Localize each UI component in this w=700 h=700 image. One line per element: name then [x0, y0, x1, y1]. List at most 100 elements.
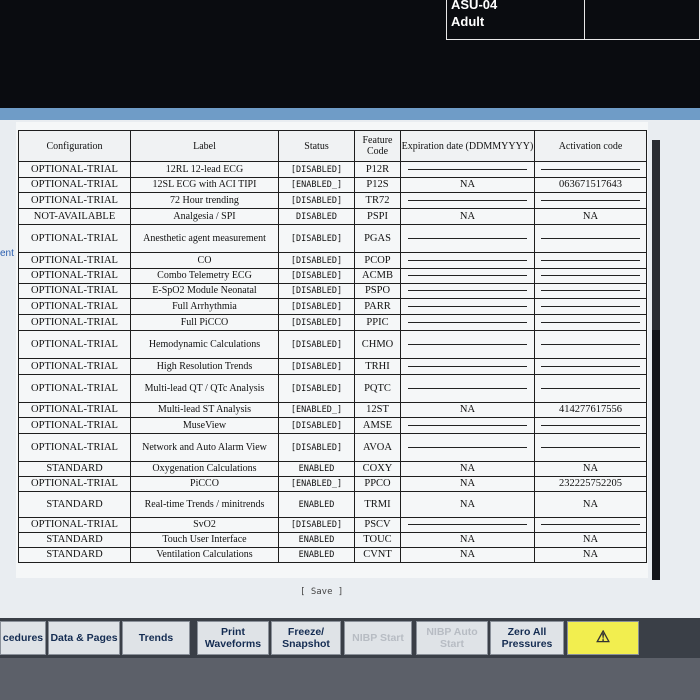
bottom-button-2[interactable]: Trends	[122, 621, 190, 655]
scrollbar[interactable]	[652, 140, 660, 580]
bottom-button-0[interactable]: cedures	[0, 621, 46, 655]
table-row[interactable]: OPTIONAL-TRIAL SvO2 [DISABLED] PSCV	[18, 517, 647, 533]
expiration-cell[interactable]	[400, 374, 535, 403]
expiration-cell[interactable]	[400, 161, 535, 178]
activation-cell[interactable]	[534, 161, 647, 178]
table-row[interactable]: OPTIONAL-TRIAL E-SpO2 Module Neonatal [DIS…	[18, 283, 647, 299]
activation-cell[interactable]	[534, 224, 647, 253]
expiration-cell[interactable]	[400, 358, 535, 375]
activation-cell[interactable]	[534, 330, 647, 359]
activation-cell[interactable]	[534, 433, 647, 462]
config-cell: OPTIONAL-TRIAL	[18, 433, 131, 462]
table-header-row: Configuration Label Status Feature Code …	[18, 130, 647, 162]
config-cell: OPTIONAL-TRIAL	[18, 402, 131, 418]
bottom-button-4[interactable]: Freeze/ Snapshot	[271, 621, 341, 655]
status-cell: [DISABLED]	[278, 517, 355, 533]
label-cell: Anesthetic agent measurement	[130, 224, 279, 253]
table-row[interactable]: OPTIONAL-TRIAL Multi-lead QT / QTc Analys…	[18, 374, 647, 403]
expiration-cell[interactable]: NA	[400, 208, 535, 225]
config-cell: OPTIONAL-TRIAL	[18, 283, 131, 299]
empty-field-line	[541, 524, 640, 526]
activation-cell[interactable]	[534, 314, 647, 331]
activation-cell[interactable]: 063671517643	[534, 177, 647, 193]
patient-info-box[interactable]: ASU-04 Adult	[446, 0, 700, 40]
table-row[interactable]: OPTIONAL-TRIAL High Resolution Trends [DIS…	[18, 358, 647, 375]
table-row[interactable]: OPTIONAL-TRIAL Full PiCCO [DISABLED] PPIC	[18, 314, 647, 331]
status-cell: [DISABLED]	[278, 298, 355, 315]
bottom-button-3[interactable]: Print Waveforms	[197, 621, 269, 655]
save-button[interactable]: [ Save ]	[300, 587, 343, 597]
activation-cell[interactable]	[534, 374, 647, 403]
expiration-cell[interactable]	[400, 433, 535, 462]
feature-code-cell: ACMB	[354, 268, 401, 284]
bottom-button-5: NIBP Start	[344, 621, 412, 655]
expiration-cell[interactable]	[400, 268, 535, 284]
expiration-cell[interactable]	[400, 517, 535, 533]
expiration-cell[interactable]	[400, 314, 535, 331]
side-menu-label[interactable]: ent	[0, 248, 14, 259]
table-row[interactable]: OPTIONAL-TRIAL PiCCO [ENABLED_] PPCO NA 23222…	[18, 476, 647, 492]
label-cell: Multi-lead QT / QTc Analysis	[130, 374, 279, 403]
table-row[interactable]: OPTIONAL-TRIAL 12RL 12-lead ECG [DISABLED]…	[18, 161, 647, 178]
table-row[interactable]: STANDARD Touch User Interface ENABLED TOUC N…	[18, 532, 647, 548]
expiration-cell[interactable]: NA	[400, 532, 535, 548]
activation-cell[interactable]: NA	[534, 461, 647, 477]
expiration-cell[interactable]	[400, 224, 535, 253]
activation-cell[interactable]	[534, 283, 647, 299]
expiration-cell[interactable]: NA	[400, 476, 535, 492]
expiration-cell[interactable]	[400, 417, 535, 434]
activation-cell[interactable]	[534, 252, 647, 269]
table-row[interactable]: OPTIONAL-TRIAL Combo Telemetry ECG [DISABL…	[18, 268, 647, 284]
activation-cell[interactable]: 232225752205	[534, 476, 647, 492]
table-row[interactable]: OPTIONAL-TRIAL Multi-lead ST Analysis [ENA…	[18, 402, 647, 418]
expiration-cell[interactable]	[400, 192, 535, 209]
activation-cell[interactable]	[534, 192, 647, 209]
expiration-cell[interactable]	[400, 298, 535, 315]
activation-cell[interactable]	[534, 268, 647, 284]
activation-cell[interactable]: NA	[534, 491, 647, 518]
table-row[interactable]: STANDARD Ventilation Calculations ENABLED C…	[18, 547, 647, 563]
expiration-cell[interactable]: NA	[400, 402, 535, 418]
table-row[interactable]: OPTIONAL-TRIAL Network and Auto Alarm Vie…	[18, 433, 647, 462]
expiration-cell[interactable]	[400, 330, 535, 359]
bottom-button-1[interactable]: Data & Pages	[48, 621, 120, 655]
activation-cell[interactable]	[534, 358, 647, 375]
table-row[interactable]: OPTIONAL-TRIAL Hemodynamic Calculations [D…	[18, 330, 647, 359]
activation-cell[interactable]: NA	[534, 547, 647, 563]
feature-code-cell: PSCV	[354, 517, 401, 533]
expiration-cell[interactable]	[400, 252, 535, 269]
expiration-cell[interactable]: NA	[400, 491, 535, 518]
table-row[interactable]: OPTIONAL-TRIAL MuseView [DISABLED] AMSE	[18, 417, 647, 434]
empty-field-line	[408, 321, 527, 323]
expiration-cell[interactable]: NA	[400, 547, 535, 563]
feature-code-cell: CHMO	[354, 330, 401, 359]
label-cell: Full Arrhythmia	[130, 298, 279, 315]
activation-cell[interactable]: NA	[534, 532, 647, 548]
bottom-button-7[interactable]: Zero All Pressures	[490, 621, 564, 655]
table-row[interactable]: STANDARD Real-time Trends / minitrends ENA…	[18, 491, 647, 518]
expiration-cell[interactable]	[400, 283, 535, 299]
table-row[interactable]: OPTIONAL-TRIAL CO [DISABLED] PCOP	[18, 252, 647, 269]
activation-cell[interactable]: 414277617556	[534, 402, 647, 418]
table-row[interactable]: NOT-AVAILABLE Analgesia / SPI DISABLED PSPI…	[18, 208, 647, 225]
label-cell: Combo Telemetry ECG	[130, 268, 279, 284]
activation-cell[interactable]	[534, 417, 647, 434]
table-row[interactable]: STANDARD Oxygenation Calculations ENABLED C…	[18, 461, 647, 477]
table-row[interactable]: OPTIONAL-TRIAL 12SL ECG with ACI TIPI [ENA…	[18, 177, 647, 193]
expiration-cell[interactable]: NA	[400, 461, 535, 477]
expiration-cell[interactable]: NA	[400, 177, 535, 193]
config-cell: STANDARD	[18, 461, 131, 477]
config-cell: OPTIONAL-TRIAL	[18, 476, 131, 492]
label-cell: Network and Auto Alarm View	[130, 433, 279, 462]
table-row[interactable]: OPTIONAL-TRIAL 72 Hour trending [DISABLED]…	[18, 192, 647, 209]
col-label: Label	[130, 130, 279, 162]
table-row[interactable]: OPTIONAL-TRIAL Full Arrhythmia [DISABLED] P…	[18, 298, 647, 315]
alarm-silence-button[interactable]: ⚠	[567, 621, 639, 655]
activation-cell[interactable]	[534, 517, 647, 533]
table-row[interactable]: OPTIONAL-TRIAL Anesthetic agent measureme…	[18, 224, 647, 253]
empty-field-line	[408, 259, 527, 261]
label-cell: Real-time Trends / minitrends	[130, 491, 279, 518]
scrollbar-thumb[interactable]	[652, 330, 660, 580]
activation-cell[interactable]	[534, 298, 647, 315]
activation-cell[interactable]: NA	[534, 208, 647, 225]
